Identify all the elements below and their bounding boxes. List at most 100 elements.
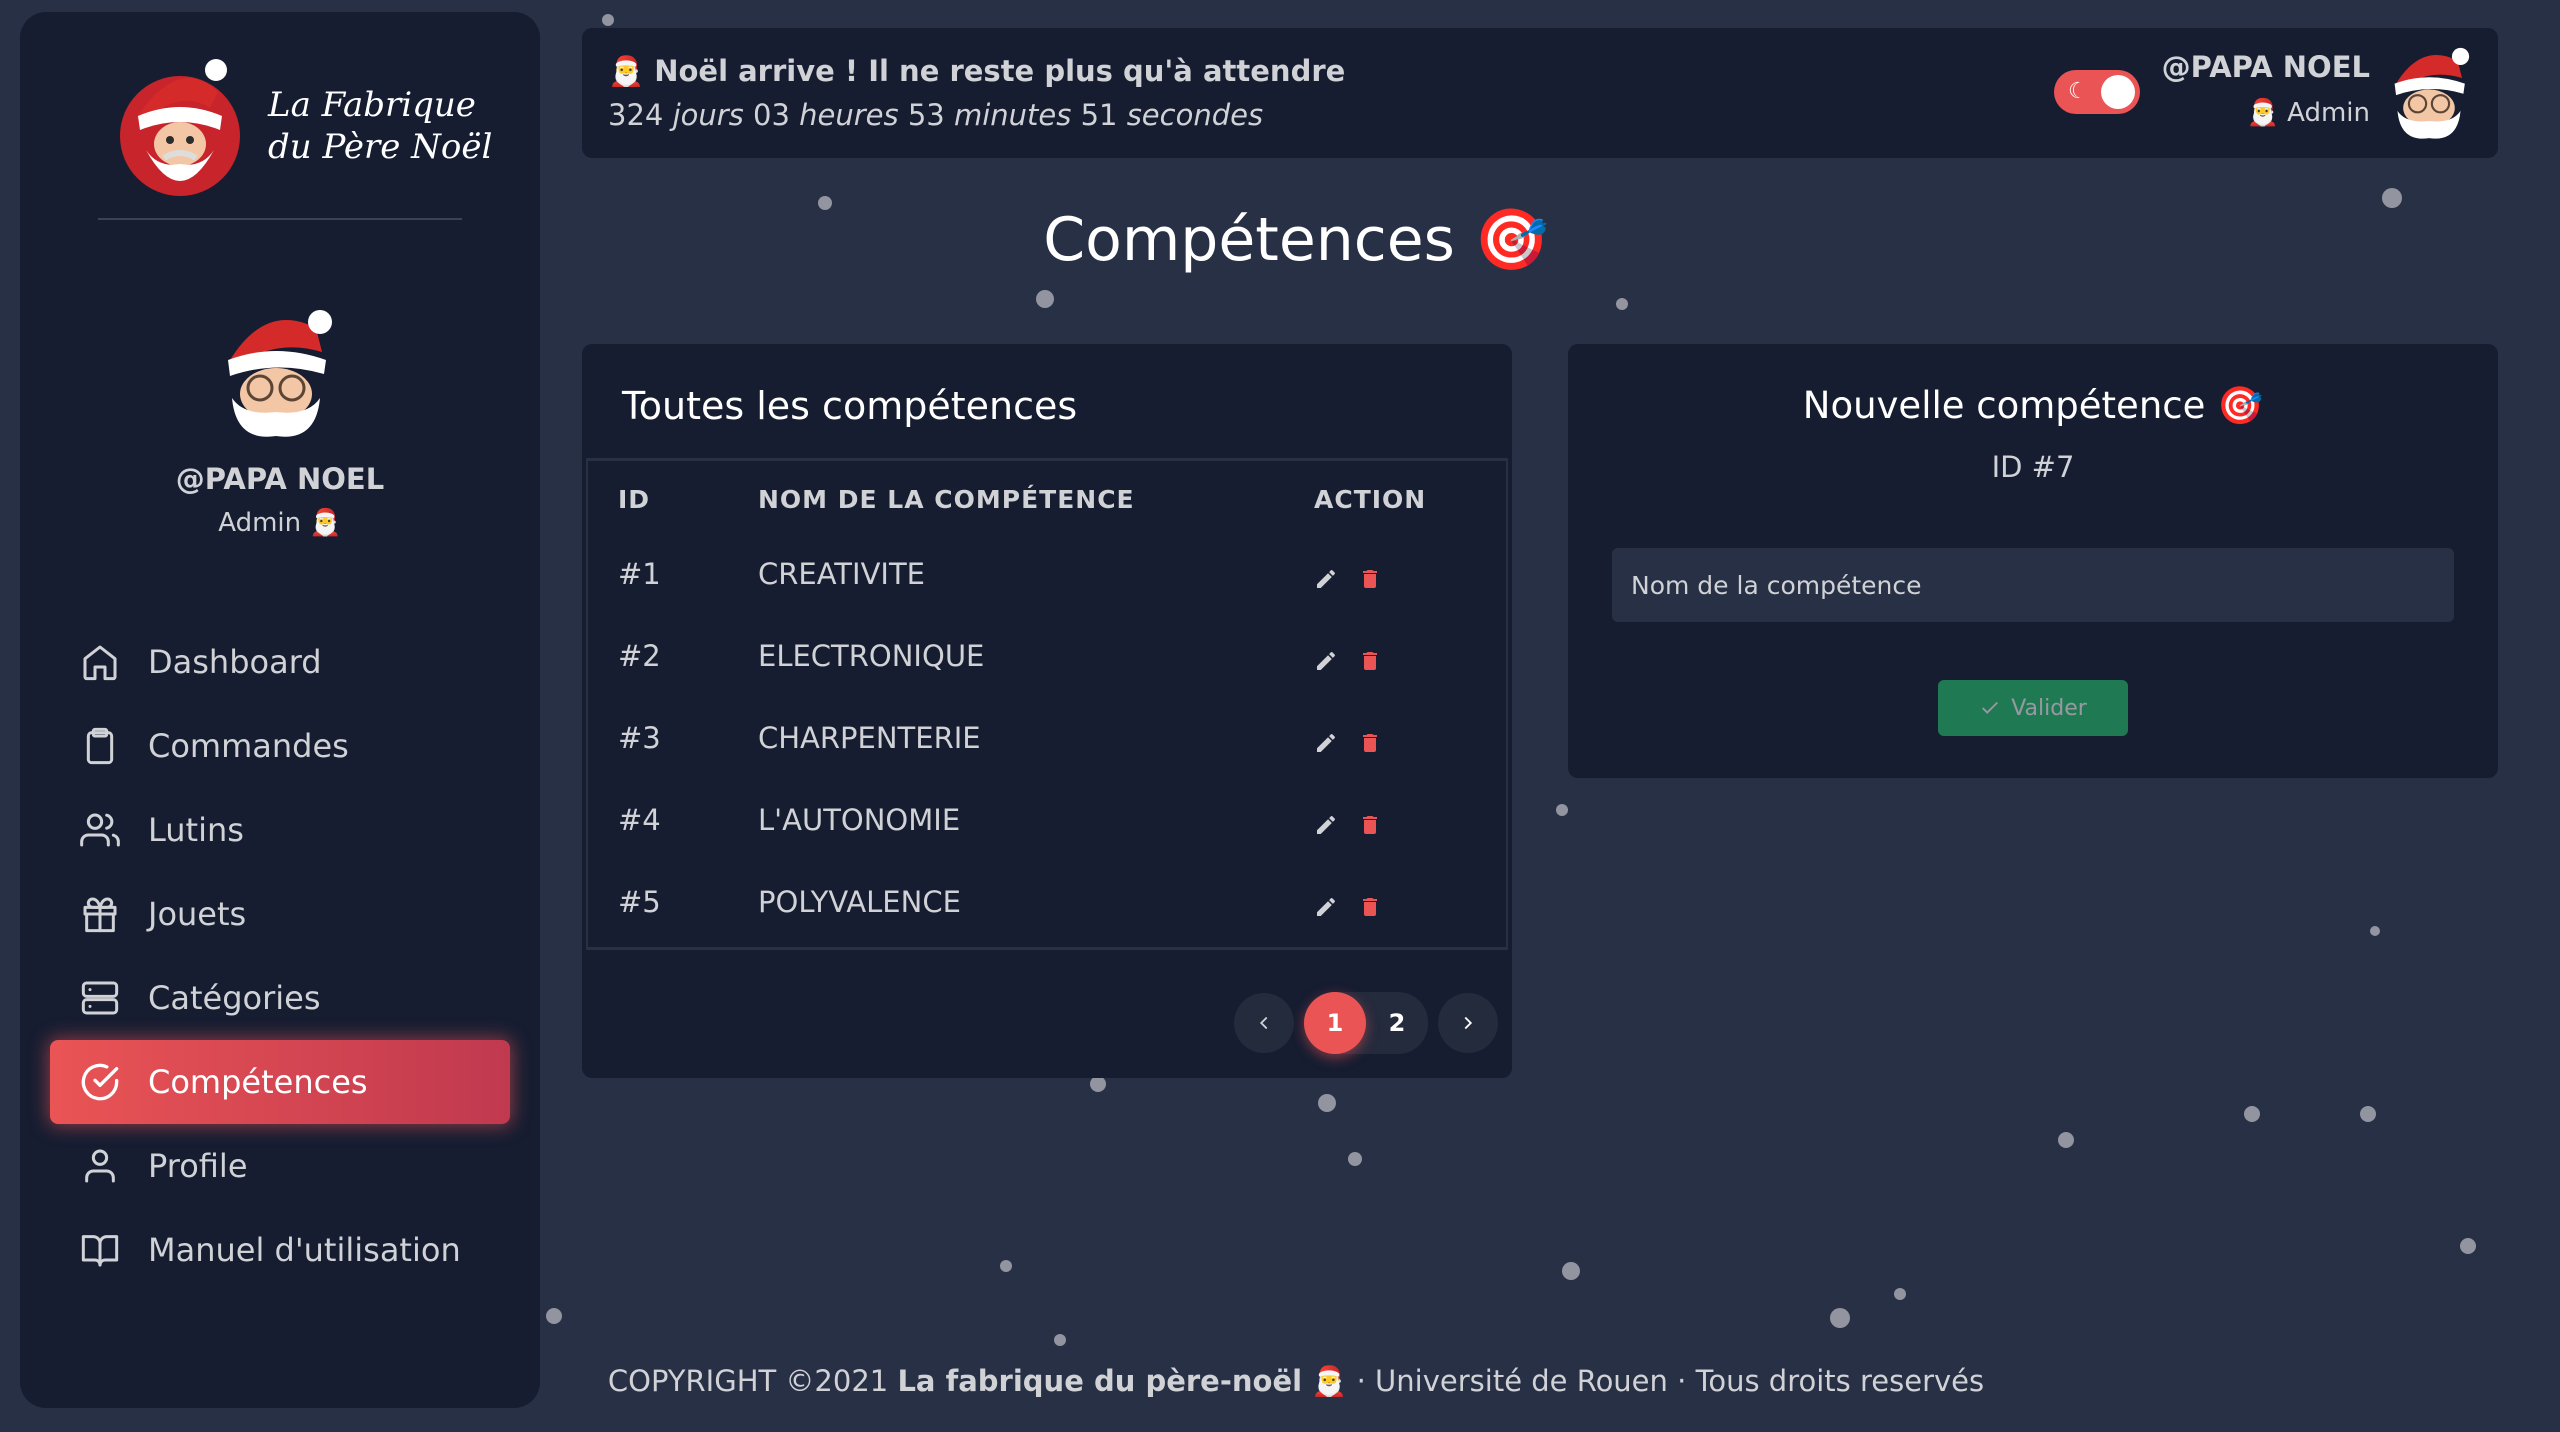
delete-icon[interactable] — [1358, 895, 1382, 919]
edit-icon[interactable] — [1314, 567, 1338, 591]
header-username[interactable]: @PAPA NOEL — [2162, 50, 2370, 84]
pagination-page-2[interactable]: 2 — [1366, 992, 1428, 1054]
countdown-title: 🎅 Noël arrive ! Il ne reste plus qu'à at… — [608, 54, 1345, 89]
sidebar-username: @PAPA NOEL — [175, 462, 385, 496]
row-actions — [1314, 731, 1382, 755]
brand-line1: La Fabrique — [268, 85, 476, 125]
sidebar-item-manuel[interactable]: Manuel d'utilisation — [50, 1208, 510, 1292]
competences-table: ID NOM DE LA COMPÉTENCE ACTION #1 CREATI… — [586, 458, 1508, 950]
sidebar-item-jouets[interactable]: Jouets — [50, 872, 510, 956]
brand-logo[interactable]: La Fabrique du Père Noël — [118, 52, 492, 200]
countdown-minutes: 53 — [907, 98, 945, 132]
header-role-label: Admin — [2287, 98, 2370, 128]
snowflake — [2360, 1106, 2376, 1122]
footer-suffix: · Université de Rouen · Tous droits rese… — [1356, 1364, 1985, 1398]
snowflake — [1562, 1262, 1580, 1280]
sidebar-item-competences[interactable]: Compétences — [50, 1040, 510, 1124]
pagination-next-button[interactable] — [1438, 993, 1498, 1053]
countdown-seconds-label: secondes — [1126, 98, 1264, 132]
sidebar-item-profile[interactable]: Profile — [50, 1124, 510, 1208]
row-id: #5 — [618, 885, 661, 919]
snowflake — [1616, 298, 1628, 310]
table-row: #5 POLYVALENCE — [588, 885, 1506, 967]
sidebar-item-dashboard[interactable]: Dashboard — [50, 620, 510, 704]
row-id: #3 — [618, 721, 661, 755]
sidebar-item-categories[interactable]: Catégories — [50, 956, 510, 1040]
column-header-action: ACTION — [1314, 485, 1427, 514]
footer-copyright: COPYRIGHT ©2021 — [607, 1364, 889, 1398]
edit-icon[interactable] — [1314, 731, 1338, 755]
countdown-minutes-label: minutes — [953, 98, 1072, 132]
sidebar-item-lutins[interactable]: Lutins — [50, 788, 510, 872]
chevron-right-icon — [1464, 1016, 1473, 1030]
delete-icon[interactable] — [1358, 567, 1382, 591]
row-name: L'AUTONOMIE — [758, 803, 961, 837]
snowflake — [602, 14, 614, 26]
sidebar-item-commandes[interactable]: Commandes — [50, 704, 510, 788]
column-header-id: ID — [618, 485, 651, 514]
moon-icon: ☾ — [2068, 79, 2088, 104]
snowflake — [2244, 1106, 2260, 1122]
edit-icon[interactable] — [1314, 813, 1338, 837]
snowflake — [2058, 1132, 2074, 1148]
row-name: CREATIVITE — [758, 557, 926, 591]
competences-table-card: Toutes les compétences ID NOM DE LA COMP… — [582, 344, 1512, 1078]
form-title-text: Nouvelle compétence — [1802, 384, 2206, 427]
row-actions — [1314, 567, 1382, 591]
row-id: #2 — [618, 639, 661, 673]
countdown-seconds: 51 — [1080, 98, 1118, 132]
edit-icon[interactable] — [1314, 895, 1338, 919]
check-circle-icon — [81, 1063, 119, 1101]
chevron-left-icon — [1259, 1016, 1268, 1030]
validate-button[interactable]: Valider — [1938, 680, 2128, 736]
table-row: #2 ELECTRONIQUE — [588, 639, 1506, 721]
footer-brand-link[interactable]: La fabrique du père-noël — [897, 1364, 1302, 1398]
santa-emoji-icon: 🎅 — [608, 54, 645, 88]
brand-name: La Fabrique du Père Noël — [268, 84, 492, 168]
target-icon: 🎯 — [2217, 384, 2264, 427]
snowflake — [1894, 1288, 1906, 1300]
book-icon — [81, 1235, 119, 1267]
validate-button-label: Valider — [2011, 695, 2087, 721]
new-competence-id: ID #7 — [1991, 450, 2075, 484]
snowflake — [1556, 804, 1568, 816]
dark-mode-toggle[interactable]: ☾ — [2054, 70, 2140, 114]
competence-name-input[interactable] — [1612, 548, 2454, 622]
snowflake — [1830, 1308, 1850, 1328]
row-id: #1 — [618, 557, 661, 591]
delete-icon[interactable] — [1358, 731, 1382, 755]
edit-icon[interactable] — [1314, 649, 1338, 673]
pagination-page-1[interactable]: 1 — [1304, 992, 1366, 1054]
snowflake — [546, 1308, 562, 1324]
countdown-days: 324 — [608, 98, 664, 132]
sidebar-role-label: Admin — [218, 508, 302, 538]
delete-icon[interactable] — [1358, 813, 1382, 837]
home-icon — [83, 645, 117, 681]
sidebar-nav: Dashboard Commandes Lutins Jouets Catégo… — [50, 620, 510, 1292]
column-header-name: NOM DE LA COMPÉTENCE — [758, 485, 1135, 514]
target-icon: 🎯 — [1474, 205, 1549, 275]
delete-icon[interactable] — [1358, 649, 1382, 673]
pagination-pages: 1 2 — [1304, 992, 1428, 1054]
server-icon — [81, 981, 119, 1015]
sidebar-item-label: Catégories — [148, 979, 321, 1017]
countdown-title-text: Noël arrive ! Il ne reste plus qu'à atte… — [654, 54, 1346, 88]
sidebar-item-label: Commandes — [148, 727, 349, 765]
users-icon — [80, 813, 120, 847]
sidebar-item-label: Jouets — [148, 895, 247, 933]
snowflake — [1054, 1334, 1066, 1346]
sidebar-item-label: Manuel d'utilisation — [148, 1231, 461, 1269]
page-title: Compétences 🎯 — [0, 204, 2560, 275]
sidebar-item-label: Compétences — [148, 1063, 368, 1101]
snowflake — [1090, 1076, 1106, 1092]
page-title-text: Compétences — [1043, 205, 1455, 275]
snowflake — [1318, 1094, 1336, 1112]
clipboard-icon — [86, 727, 114, 765]
santa-logo-icon — [120, 59, 240, 196]
pagination-prev-button[interactable] — [1234, 993, 1294, 1053]
gift-icon — [83, 897, 117, 933]
countdown-hours: 03 — [753, 98, 790, 132]
check-icon — [1982, 701, 1999, 714]
sidebar-role: Admin 🎅 — [20, 508, 540, 538]
header-avatar[interactable] — [2386, 46, 2472, 140]
